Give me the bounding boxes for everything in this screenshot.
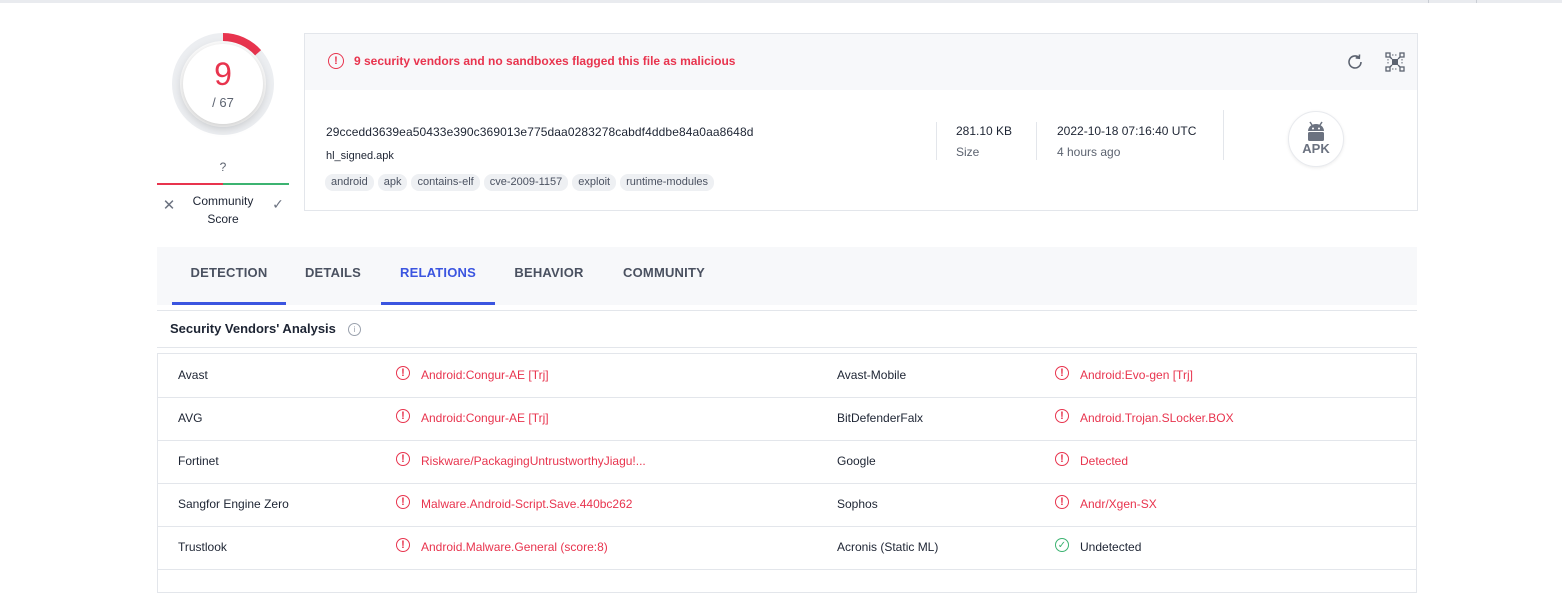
malicious-alert-icon: !: [396, 538, 410, 552]
file-summary-card: ! 9 security vendors and no sandboxes fl…: [304, 33, 1418, 211]
detection-alert-banner: ! 9 security vendors and no sandboxes fl…: [305, 34, 1417, 90]
community-score-label-line1: Community: [192, 194, 254, 208]
info-icon[interactable]: i: [348, 323, 361, 336]
divider: [936, 122, 937, 160]
vendor-result: Malware.Android-Script.Save.440bc262: [421, 497, 633, 511]
vendor-name: BitDefenderFalx: [837, 411, 924, 425]
check-circle-icon: ✓: [1055, 538, 1069, 552]
tab-label: DETAILS: [304, 265, 362, 280]
malicious-alert-icon: !: [396, 366, 410, 380]
tag-runtime-modules[interactable]: runtime-modules: [620, 174, 715, 191]
vendor-name: Sophos: [837, 497, 878, 511]
vote-harmless-icon[interactable]: ✓: [269, 196, 287, 213]
community-score-value: ?: [219, 160, 227, 174]
vendor-name: Acronis (Static ML): [837, 540, 939, 554]
vendor-result: Undetected: [1080, 540, 1142, 554]
table-row: Avast ! Android:Congur-AE [Trj] Avast-Mo…: [158, 354, 1416, 398]
vendor-result: Android:Evo-gen [Trj]: [1080, 368, 1193, 382]
vendor-results-table: Avast ! Android:Congur-AE [Trj] Avast-Mo…: [157, 353, 1417, 593]
tag-apk[interactable]: apk: [377, 174, 408, 191]
tag-exploit[interactable]: exploit: [572, 174, 617, 191]
vendor-result: Riskware/PackagingUntrustworthyJiagu!...: [421, 454, 646, 468]
malicious-alert-icon: !: [1055, 452, 1069, 466]
community-score-bar: [157, 183, 289, 185]
detection-alert-text: 9 security vendors and no sandboxes flag…: [354, 54, 736, 68]
vendor-name: Google: [837, 454, 876, 468]
similar-files-icon[interactable]: [1384, 51, 1406, 73]
tab-underline: [381, 302, 495, 305]
vendor-name: Fortinet: [178, 454, 219, 468]
community-score-bar-positive: [223, 183, 289, 185]
score-total: / 67: [212, 95, 234, 110]
tag-contains-elf[interactable]: contains-elf: [411, 174, 480, 191]
tab-underline: [172, 302, 286, 305]
analysis-date-value: 2022-10-18 07:16:40 UTC: [1057, 124, 1197, 138]
table-row: Fortinet ! Riskware/PackagingUntrustwort…: [158, 440, 1416, 484]
report-tabs: DETECTION DETAILS RELATIONS BEHAVIOR COM…: [157, 247, 1417, 305]
malicious-alert-icon: !: [396, 452, 410, 466]
analysis-date-relative: 4 hours ago: [1057, 145, 1121, 159]
community-score-label: Community Score: [180, 192, 266, 228]
vendor-name: AVG: [178, 411, 203, 425]
vendor-result: Android:Congur-AE [Trj]: [421, 411, 549, 425]
tag-cve[interactable]: cve-2009-1157: [483, 174, 569, 191]
divider: [1223, 110, 1224, 160]
tab-details[interactable]: DETAILS: [293, 247, 373, 305]
tab-relations[interactable]: RELATIONS: [381, 247, 495, 305]
vendor-name: Avast: [178, 368, 208, 382]
tag-android[interactable]: android: [325, 174, 374, 191]
tab-label: RELATIONS: [400, 265, 476, 280]
vendor-name: Trustlook: [178, 540, 227, 554]
malicious-alert-icon: !: [1055, 366, 1069, 380]
divider: [157, 310, 1417, 311]
file-tags: android apk contains-elf cve-2009-1157 e…: [325, 174, 715, 191]
section-title: Security Vendors' Analysis: [170, 321, 336, 336]
android-icon: [1308, 121, 1324, 141]
file-size-value: 281.10 KB: [956, 124, 1013, 138]
score-detections: 9: [214, 56, 232, 92]
alert-circle-icon: !: [328, 53, 344, 69]
top-divider: [1428, 0, 1429, 3]
tab-label: COMMUNITY: [623, 265, 705, 280]
table-row: Trustlook ! Android.Malware.General (sco…: [158, 526, 1416, 570]
top-border: [0, 0, 1562, 3]
malicious-alert-icon: !: [396, 495, 410, 509]
file-type-label: APK: [1302, 141, 1330, 156]
file-name: hl_signed.apk: [326, 150, 394, 162]
table-row: Sangfor Engine Zero ! Malware.Android-Sc…: [158, 483, 1416, 527]
table-row: AVG ! Android:Congur-AE [Trj] BitDefende…: [158, 397, 1416, 441]
tab-community[interactable]: COMMUNITY: [613, 247, 715, 305]
detection-score-gauge: 9 / 67: [171, 32, 275, 136]
malicious-alert-icon: !: [1055, 409, 1069, 423]
community-score-label-line2: Score: [207, 212, 239, 226]
vendor-result: Android:Congur-AE [Trj]: [421, 368, 549, 382]
vendor-result: Detected: [1080, 454, 1129, 468]
vendor-result: Andr/Xgen-SX: [1080, 497, 1157, 511]
reanalyze-icon[interactable]: [1345, 52, 1365, 72]
divider: [1036, 122, 1037, 160]
tab-label: DETECTION: [190, 265, 268, 280]
file-hash[interactable]: 29ccedd3639ea50433e390c369013e775daa0283…: [326, 125, 754, 139]
tab-behavior[interactable]: BEHAVIOR: [503, 247, 595, 305]
tab-label: BEHAVIOR: [514, 265, 584, 280]
malicious-alert-icon: !: [1055, 495, 1069, 509]
vendor-result: Android.Malware.General (score:8): [421, 540, 608, 554]
file-type-badge: APK: [1288, 111, 1344, 167]
tab-detection[interactable]: DETECTION: [172, 247, 286, 305]
file-size-label: Size: [956, 145, 980, 159]
top-divider: [1476, 0, 1477, 3]
vendor-name: Sangfor Engine Zero: [178, 497, 289, 511]
vendor-name: Avast-Mobile: [837, 368, 907, 382]
malicious-alert-icon: !: [396, 409, 410, 423]
divider: [157, 347, 1417, 348]
vote-malicious-icon[interactable]: ✕: [160, 196, 178, 214]
vendor-result: Android.Trojan.SLocker.BOX: [1080, 411, 1234, 425]
community-score-bar-negative: [157, 183, 223, 185]
